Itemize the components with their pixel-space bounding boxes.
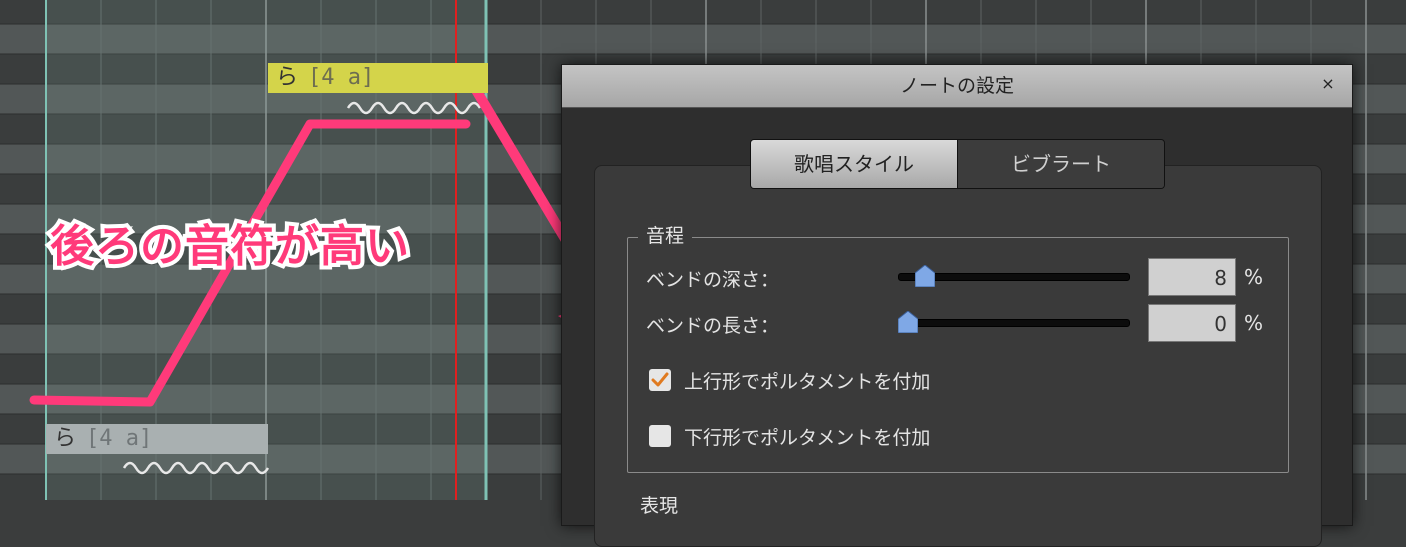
bend-length-unit: % xyxy=(1244,311,1264,335)
note-phoneme: [4 a] xyxy=(86,426,153,451)
expression-group-label: 表現 xyxy=(640,495,679,517)
bend-depth-label: ベンドの深さ： xyxy=(646,269,780,291)
close-button[interactable]: × xyxy=(1318,74,1338,94)
tab-vibrato[interactable]: ビブラート xyxy=(958,140,1164,188)
bend-depth-unit: % xyxy=(1244,265,1264,289)
bend-depth-slider-thumb[interactable] xyxy=(914,265,935,287)
portamento-down-checkbox[interactable] xyxy=(649,425,671,447)
note-lyric: ら xyxy=(276,65,299,90)
pitch-group-label: 音程 xyxy=(638,225,693,247)
bend-length-slider-thumb[interactable] xyxy=(898,311,918,333)
bend-depth-input[interactable]: 8 xyxy=(1148,258,1236,296)
bend-length-input[interactable]: 0 xyxy=(1148,304,1236,342)
bend-length-slider-track[interactable] xyxy=(898,319,1130,327)
portamento-up-checkbox[interactable] xyxy=(649,369,671,391)
tab-singing-style[interactable]: 歌唱スタイル xyxy=(751,140,958,188)
note-settings-dialog: ノートの設定 × 歌唱スタイル ビブラート 音程 ベンドの深さ： 8 % ベンド… xyxy=(561,64,1353,547)
note-lower[interactable]: ら [4 a] xyxy=(46,424,268,454)
dialog-titlebar[interactable]: ノートの設定 × xyxy=(562,65,1352,108)
annotation-caption: 後ろの音符が高い xyxy=(46,217,413,276)
checkmark-icon xyxy=(651,372,669,387)
bend-length-label: ベンドの長さ： xyxy=(646,315,780,337)
portamento-up-label[interactable]: 上行形でポルタメントを付加 xyxy=(684,367,930,394)
note-lyric: ら xyxy=(54,426,77,451)
note-phoneme: [4 a] xyxy=(308,65,375,90)
note-upper[interactable]: ら [4 a] xyxy=(268,63,488,93)
dialog-title: ノートの設定 xyxy=(899,75,1014,97)
tab-bar: 歌唱スタイル ビブラート xyxy=(750,139,1165,189)
portamento-down-label[interactable]: 下行形でポルタメントを付加 xyxy=(684,423,930,450)
